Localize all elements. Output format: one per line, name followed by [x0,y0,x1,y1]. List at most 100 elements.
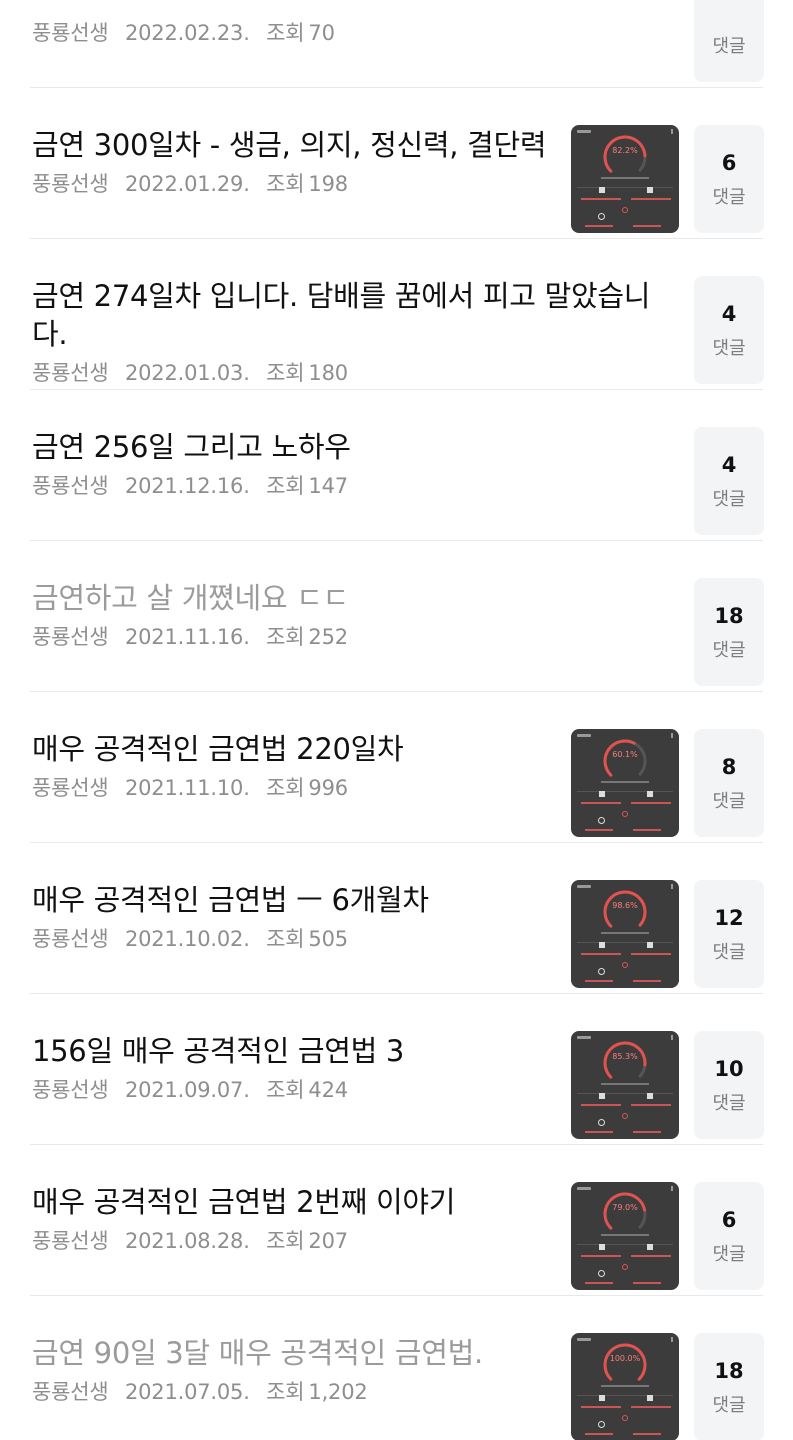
comment-label: 댓글 [712,640,746,661]
thumb-caption [601,1234,649,1236]
post-date: 2021.11.10. [124,776,250,800]
list-item[interactable]: 금연 300일차 - 생금, 의지, 정신력, 결단력 풍룡선생 2022.01… [30,88,764,239]
post-title[interactable]: 매우 공격적인 금연법 220일차 [32,730,562,768]
thumb-stat [631,953,671,955]
thumb-stat [581,802,621,804]
list-item[interactable]: 금연 90일 3달 매우 공격적인 금연법. 풍룡선생 2021.07.05. … [30,1296,764,1440]
post-date: 2021.11.16. [124,625,250,649]
comment-label: 댓글 [712,1244,746,1265]
comment-count-button[interactable]: 6 댓글 [694,1182,764,1290]
post-views: 조회 147 [266,474,348,498]
views-label: 조회 [266,1380,305,1404]
thumb-gauge-percent: 79.0% [612,1203,638,1212]
comment-count-button[interactable]: 12 댓글 [694,880,764,988]
comment-count-button[interactable]: 18 댓글 [694,1333,764,1440]
list-item[interactable]: 금연 274일차 입니다. 담배를 꿈에서 피고 말았습니다. 풍룡선생 202… [30,239,764,390]
comment-label: 댓글 [712,36,746,57]
list-item[interactable]: 매우 공격적인 금연법 2번째 이야기 풍룡선생 2021.08.28. 조회 2… [30,1145,764,1296]
thumb-stat [585,980,613,982]
views-count: 1,202 [308,1380,368,1404]
post-list: 풍룡선생 2022.02.23. 조회 70 댓글 금연 300일차 - 생금, … [0,0,793,1440]
comment-count-button[interactable]: 18 댓글 [694,578,764,686]
heart-icon [622,1415,628,1421]
heart-icon [622,962,628,968]
post-thumbnail[interactable]: 85.3% [571,1031,679,1139]
clock-icon [598,213,605,220]
money-icon [647,1244,653,1250]
post-title[interactable]: 매우 공격적인 금연법 ㅡ 6개월차 [32,881,562,919]
thumb-gauge-percent: 60.1% [612,750,638,759]
list-item[interactable]: 금연하고 살 개쪘네요 ㄷㄷ 풍룡선생 2021.11.16. 조회 252 18… [30,541,764,692]
post-meta: 풍룡선생 2021.11.16. 조회 252 [32,621,358,651]
post-date: 2021.07.05. [124,1380,250,1404]
list-item[interactable]: 풍룡선생 2022.02.23. 조회 70 댓글 [30,0,764,88]
post-author: 풍룡선생 [32,21,109,45]
thumb-stat [633,829,661,831]
comment-count-button[interactable]: 10 댓글 [694,1031,764,1139]
post-date: 2022.02.23. [124,21,250,45]
post-views: 조회 252 [266,625,348,649]
comment-count-button[interactable]: 4 댓글 [694,276,764,384]
post-thumbnail[interactable]: 100.0% [571,1333,679,1440]
thumb-stat [585,829,613,831]
list-item[interactable]: 매우 공격적인 금연법 220일차 풍룡선생 2021.11.10. 조회 996… [30,692,764,843]
comment-count-button[interactable]: 4 댓글 [694,427,764,535]
post-title[interactable]: 금연 300일차 - 생금, 의지, 정신력, 결단력 [32,126,562,164]
thumb-divider [577,1244,673,1245]
comment-count: 8 [721,755,737,779]
thumb-gauge-percent: 82.2% [612,146,638,155]
thumb-stat [581,953,621,955]
post-title[interactable]: 금연 274일차 입니다. 담배를 꿈에서 피고 말았습니다. [32,277,672,353]
thumb-stat [631,198,671,200]
views-count: 147 [308,474,348,498]
post-title[interactable]: 금연 256일 그리고 노하우 [32,428,672,466]
post-title[interactable]: 금연 90일 3달 매우 공격적인 금연법. [32,1334,562,1372]
thumb-gauge-percent: 85.3% [612,1052,638,1061]
thumb-gauge-percent: 98.6% [612,901,638,910]
thumb-stat [585,1131,613,1133]
comment-count-button[interactable]: 8 댓글 [694,729,764,837]
thumb-stat [633,1282,661,1284]
heart-icon [622,811,628,817]
post-date: 2021.09.07. [124,1078,250,1102]
post-title[interactable]: 매우 공격적인 금연법 2번째 이야기 [32,1183,562,1221]
thumb-stat [631,1255,671,1257]
views-count: 505 [308,927,348,951]
money-icon [647,791,653,797]
post-thumbnail[interactable]: 79.0% [571,1182,679,1290]
post-thumbnail[interactable]: 82.2% [571,125,679,233]
flag-icon [599,1244,605,1250]
thumb-caption [601,1385,649,1387]
list-item[interactable]: 금연 256일 그리고 노하우 풍룡선생 2021.12.16. 조회 147 4… [30,390,764,541]
post-author: 풍룡선생 [32,776,109,800]
views-label: 조회 [266,625,305,649]
comment-label: 댓글 [712,791,746,812]
thumb-stat [633,1433,661,1435]
list-item[interactable]: 매우 공격적인 금연법 ㅡ 6개월차 풍룡선생 2021.10.02. 조회 50… [30,843,764,994]
post-thumbnail[interactable]: 60.1% [571,729,679,837]
comment-count-button[interactable]: 6 댓글 [694,125,764,233]
post-thumbnail[interactable]: 98.6% [571,880,679,988]
clock-icon [598,817,605,824]
money-icon [647,942,653,948]
views-count: 252 [308,625,348,649]
views-count: 996 [308,776,348,800]
comment-count: 18 [714,1359,744,1383]
views-label: 조회 [266,1078,305,1102]
heart-icon [622,1113,628,1119]
post-date: 2022.01.29. [124,172,250,196]
thumb-stat [585,1433,613,1435]
post-views: 조회 1,202 [266,1380,368,1404]
list-item[interactable]: 156일 매우 공격적인 금연법 3 풍룡선생 2021.09.07. 조회 42… [30,994,764,1145]
post-author: 풍룡선생 [32,1380,109,1404]
thumb-stat [581,1406,621,1408]
comment-count: 6 [721,151,737,175]
comment-count-button[interactable]: 댓글 [694,0,764,82]
post-author: 풍룡선생 [32,1229,109,1253]
post-author: 풍룡선생 [32,172,109,196]
post-author: 풍룡선생 [32,1078,109,1102]
flag-icon [599,942,605,948]
post-title[interactable]: 156일 매우 공격적인 금연법 3 [32,1032,562,1070]
post-meta: 풍룡선생 2022.02.23. 조회 70 [32,17,345,47]
post-title[interactable]: 금연하고 살 개쪘네요 ㄷㄷ [32,579,672,617]
